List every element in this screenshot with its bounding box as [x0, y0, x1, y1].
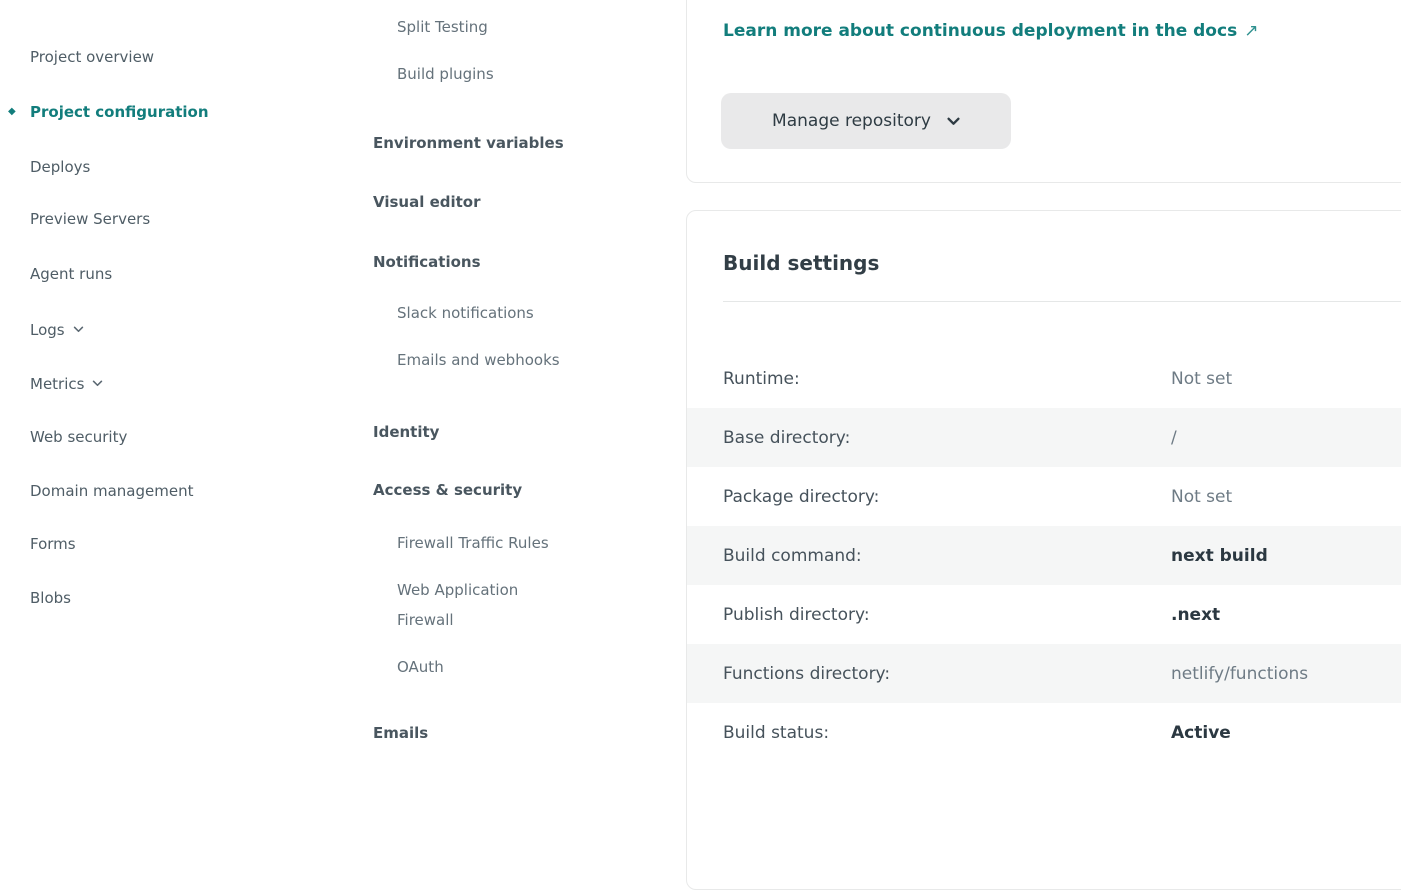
sidebar-item-forms[interactable]: Forms: [30, 532, 76, 556]
sidebar-item-label: Preview Servers: [30, 210, 150, 228]
sidebar-item-blobs[interactable]: Blobs: [30, 586, 71, 610]
sidebar-item-web-security[interactable]: Web security: [30, 425, 127, 449]
sidebar-item-label: Blobs: [30, 589, 71, 607]
manage-repository-label: Manage repository: [772, 111, 931, 131]
setting-value: netlify/functions: [1171, 664, 1308, 684]
subnav-item-identity[interactable]: Identity: [373, 417, 578, 447]
setting-value: Active: [1171, 723, 1231, 743]
sidebar-item-metrics[interactable]: Metrics: [30, 370, 103, 396]
sidebar-item-label: Metrics: [30, 375, 84, 393]
subnav-item-environment-variables[interactable]: Environment variables: [373, 128, 578, 158]
card-divider: [723, 301, 1401, 302]
sidebar-item-project-configuration[interactable]: ◆Project configuration: [30, 100, 209, 124]
setting-label: Build command:: [723, 546, 1171, 566]
configuration-subnav: Split Testing Build plugins Environment va…: [373, 0, 585, 784]
subnav-item-access-security[interactable]: Access & security: [373, 475, 578, 505]
sidebar-item-label: Project configuration: [30, 103, 209, 121]
sidebar-item-label: Project overview: [30, 48, 154, 66]
setting-value: .next: [1171, 605, 1220, 625]
setting-value: Not set: [1171, 369, 1232, 389]
setting-label: Build status:: [723, 723, 1171, 743]
manage-repository-button[interactable]: Manage repository: [721, 93, 1011, 149]
setting-label: Base directory:: [723, 428, 1171, 448]
sidebar-item-label: Domain management: [30, 482, 193, 500]
setting-value: next build: [1171, 546, 1268, 566]
build-setting-row: Functions directory:netlify/functions: [687, 644, 1401, 703]
subnav-item-oauth[interactable]: OAuth: [373, 652, 578, 682]
continuous-deployment-card: Learn more about continuous deployment i…: [686, 0, 1401, 183]
sidebar-item-project-overview[interactable]: Project overview: [30, 45, 154, 69]
build-setting-row: Build command:next build: [687, 526, 1401, 585]
sidebar-item-label: Agent runs: [30, 265, 112, 283]
build-setting-row: Publish directory:.next: [687, 585, 1401, 644]
subnav-item-split-testing[interactable]: Split Testing: [373, 12, 578, 42]
sidebar-item-label: Logs: [30, 321, 65, 339]
sidebar-item-deploys[interactable]: Deploys: [30, 155, 90, 179]
subnav-item-firewall-traffic-rules[interactable]: Firewall Traffic Rules: [373, 528, 578, 558]
build-setting-row: Build status:Active: [687, 703, 1401, 762]
build-setting-row: Package directory:Not set: [687, 467, 1401, 526]
subnav-item-visual-editor[interactable]: Visual editor: [373, 187, 578, 217]
sidebar-item-label: Forms: [30, 535, 76, 553]
build-settings-card: Build settings Runtime:Not setBase direc…: [686, 210, 1401, 890]
sidebar-item-logs[interactable]: Logs: [30, 316, 84, 342]
setting-label: Runtime:: [723, 369, 1171, 389]
sidebar-item-label: Deploys: [30, 158, 90, 176]
docs-link[interactable]: Learn more about continuous deployment i…: [723, 21, 1258, 41]
build-settings-title: Build settings: [723, 251, 879, 275]
build-setting-row: Base directory:/: [687, 408, 1401, 467]
sidebar-item-domain-management[interactable]: Domain management: [30, 479, 193, 503]
subnav-item-build-plugins[interactable]: Build plugins: [373, 59, 578, 89]
subnav-item-slack-notifications[interactable]: Slack notifications: [373, 298, 578, 328]
setting-label: Package directory:: [723, 487, 1171, 507]
setting-value: Not set: [1171, 487, 1232, 507]
sidebar-item-label: Web security: [30, 428, 127, 446]
chevron-down-icon: [947, 117, 960, 126]
subnav-item-emails[interactable]: Emails: [373, 718, 578, 748]
external-link-icon: ↗: [1244, 21, 1258, 41]
setting-value: /: [1171, 428, 1177, 448]
docs-link-label: Learn more about continuous deployment i…: [723, 21, 1237, 41]
build-settings-rows: Runtime:Not setBase directory:/Package d…: [687, 349, 1401, 762]
chevron-down-icon: [92, 373, 103, 391]
subnav-item-notifications[interactable]: Notifications: [373, 247, 578, 277]
project-sidebar-nav: Project overview◆Project configurationDe…: [0, 0, 345, 784]
subnav-item-emails-and-webhooks[interactable]: Emails and webhooks: [373, 345, 578, 375]
build-setting-row: Runtime:Not set: [687, 349, 1401, 408]
subnav-item-web-application-firewall[interactable]: Web Application Firewall: [373, 575, 578, 635]
chevron-down-icon: [73, 319, 84, 337]
sidebar-item-preview-servers[interactable]: Preview Servers: [30, 207, 150, 231]
setting-label: Functions directory:: [723, 664, 1171, 684]
sidebar-item-agent-runs[interactable]: Agent runs: [30, 262, 112, 286]
active-item-bullet-icon: ◆: [8, 100, 16, 124]
setting-label: Publish directory:: [723, 605, 1171, 625]
